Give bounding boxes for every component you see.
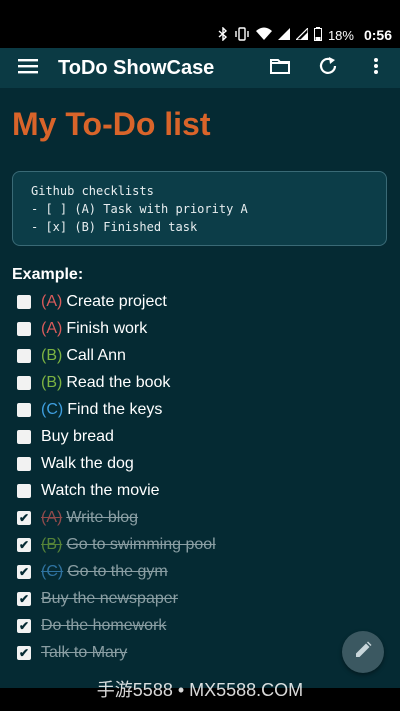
code-block: Github checklists - [ ] (A) Task with pr… [12, 171, 387, 246]
bluetooth-icon [218, 25, 228, 44]
todo-item[interactable]: Buy bread [17, 423, 387, 450]
todo-text: Do the homework [41, 616, 167, 634]
checkbox-unchecked[interactable] [17, 402, 31, 417]
checkbox-unchecked[interactable] [17, 348, 31, 363]
todo-text: Create project [66, 292, 167, 310]
todo-priority: (A) [41, 319, 63, 337]
edit-fab-button[interactable] [342, 631, 384, 673]
todo-priority: (B) [41, 346, 63, 364]
todo-content: My To-Do list Github checklists - [ ] (A… [0, 88, 400, 688]
reload-button[interactable] [304, 48, 352, 88]
todo-priority: (C) [41, 400, 64, 418]
pencil-icon [354, 641, 372, 664]
todo-text: Go to swimming pool [66, 535, 216, 553]
todo-text: Watch the movie [41, 481, 160, 499]
more-options-button[interactable] [352, 48, 400, 88]
checkbox-unchecked[interactable] [17, 294, 31, 309]
checkbox-checked[interactable]: ✔ [17, 645, 31, 660]
todo-text: Talk to Mary [41, 643, 128, 661]
todo-item[interactable]: Walk the dog [17, 450, 387, 477]
open-file-button[interactable] [256, 48, 304, 88]
todo-item[interactable]: Watch the movie [17, 477, 387, 504]
todo-priority: (A) [41, 292, 63, 310]
todo-item[interactable]: (C) Find the keys [17, 396, 387, 423]
folder-icon [270, 58, 290, 79]
todo-priority: (C) [41, 562, 64, 580]
checkbox-checked[interactable]: ✔ [17, 537, 31, 552]
todo-item[interactable]: (A) Finish work [17, 315, 387, 342]
todo-text: Walk the dog [41, 454, 134, 472]
todo-item[interactable]: (A) Create project [17, 288, 387, 315]
todo-item[interactable]: ✔ (A) Write blog [17, 504, 387, 531]
todo-item[interactable]: ✔ Talk to Mary [17, 639, 387, 666]
todo-item[interactable]: ✔ Buy the newspaper [17, 585, 387, 612]
checkbox-checked[interactable]: ✔ [17, 510, 31, 525]
example-label: Example: [12, 266, 84, 283]
checkbox-unchecked[interactable] [17, 429, 31, 444]
todo-text: Buy bread [41, 427, 114, 445]
todo-text: Write blog [66, 508, 139, 526]
app-title: ToDo ShowCase [58, 56, 215, 79]
checkbox-unchecked[interactable] [17, 321, 31, 336]
todo-text: Call Ann [66, 346, 126, 364]
menu-button[interactable] [0, 48, 56, 88]
menu-icon [18, 58, 38, 79]
vibrate-icon [234, 26, 250, 44]
todo-item[interactable]: (B) Call Ann [17, 342, 387, 369]
checkbox-unchecked[interactable] [17, 375, 31, 390]
todo-priority: (A) [41, 508, 63, 526]
battery-icon [313, 26, 322, 44]
todo-item[interactable]: ✔ (B) Go to swimming pool [17, 531, 387, 558]
todo-text: Buy the newspaper [41, 589, 178, 607]
todo-priority: (B) [41, 535, 63, 553]
checkbox-checked[interactable]: ✔ [17, 564, 31, 579]
clock: 0:56 [363, 27, 392, 43]
todo-list: (A) Create project (A) Finish work (B) Call A… [17, 288, 387, 666]
checkbox-checked[interactable]: ✔ [17, 618, 31, 633]
refresh-icon [318, 56, 338, 81]
todo-text: Read the book [66, 373, 171, 391]
checkbox-checked[interactable]: ✔ [17, 591, 31, 606]
more-vert-icon [373, 57, 379, 80]
todo-item[interactable]: ✔ Do the homework [17, 612, 387, 639]
page-title: My To-Do list [12, 106, 211, 142]
signal-icon-2 [294, 26, 309, 43]
watermark: 手游5588 • MX5588.COM [96, 680, 304, 700]
todo-text: Find the keys [67, 400, 163, 418]
signal-icon [277, 27, 290, 43]
checkbox-unchecked[interactable] [17, 483, 31, 498]
battery-percent: 18% [327, 27, 354, 43]
todo-text: Go to the gym [67, 562, 168, 580]
code-line: Github checklists [31, 184, 154, 198]
todo-item[interactable]: (B) Read the book [17, 369, 387, 396]
todo-text: Finish work [66, 319, 148, 337]
app-bar: ToDo ShowCase [0, 48, 400, 88]
wifi-icon [255, 27, 272, 43]
status-bar: 18% 0:56 [0, 22, 400, 48]
todo-item[interactable]: ✔ (C) Go to the gym [17, 558, 387, 585]
code-line: - [x] (B) Finished task [31, 220, 198, 234]
todo-priority: (B) [41, 373, 63, 391]
checkbox-unchecked[interactable] [17, 456, 31, 471]
code-line: - [ ] (A) Task with priority A [31, 202, 248, 216]
